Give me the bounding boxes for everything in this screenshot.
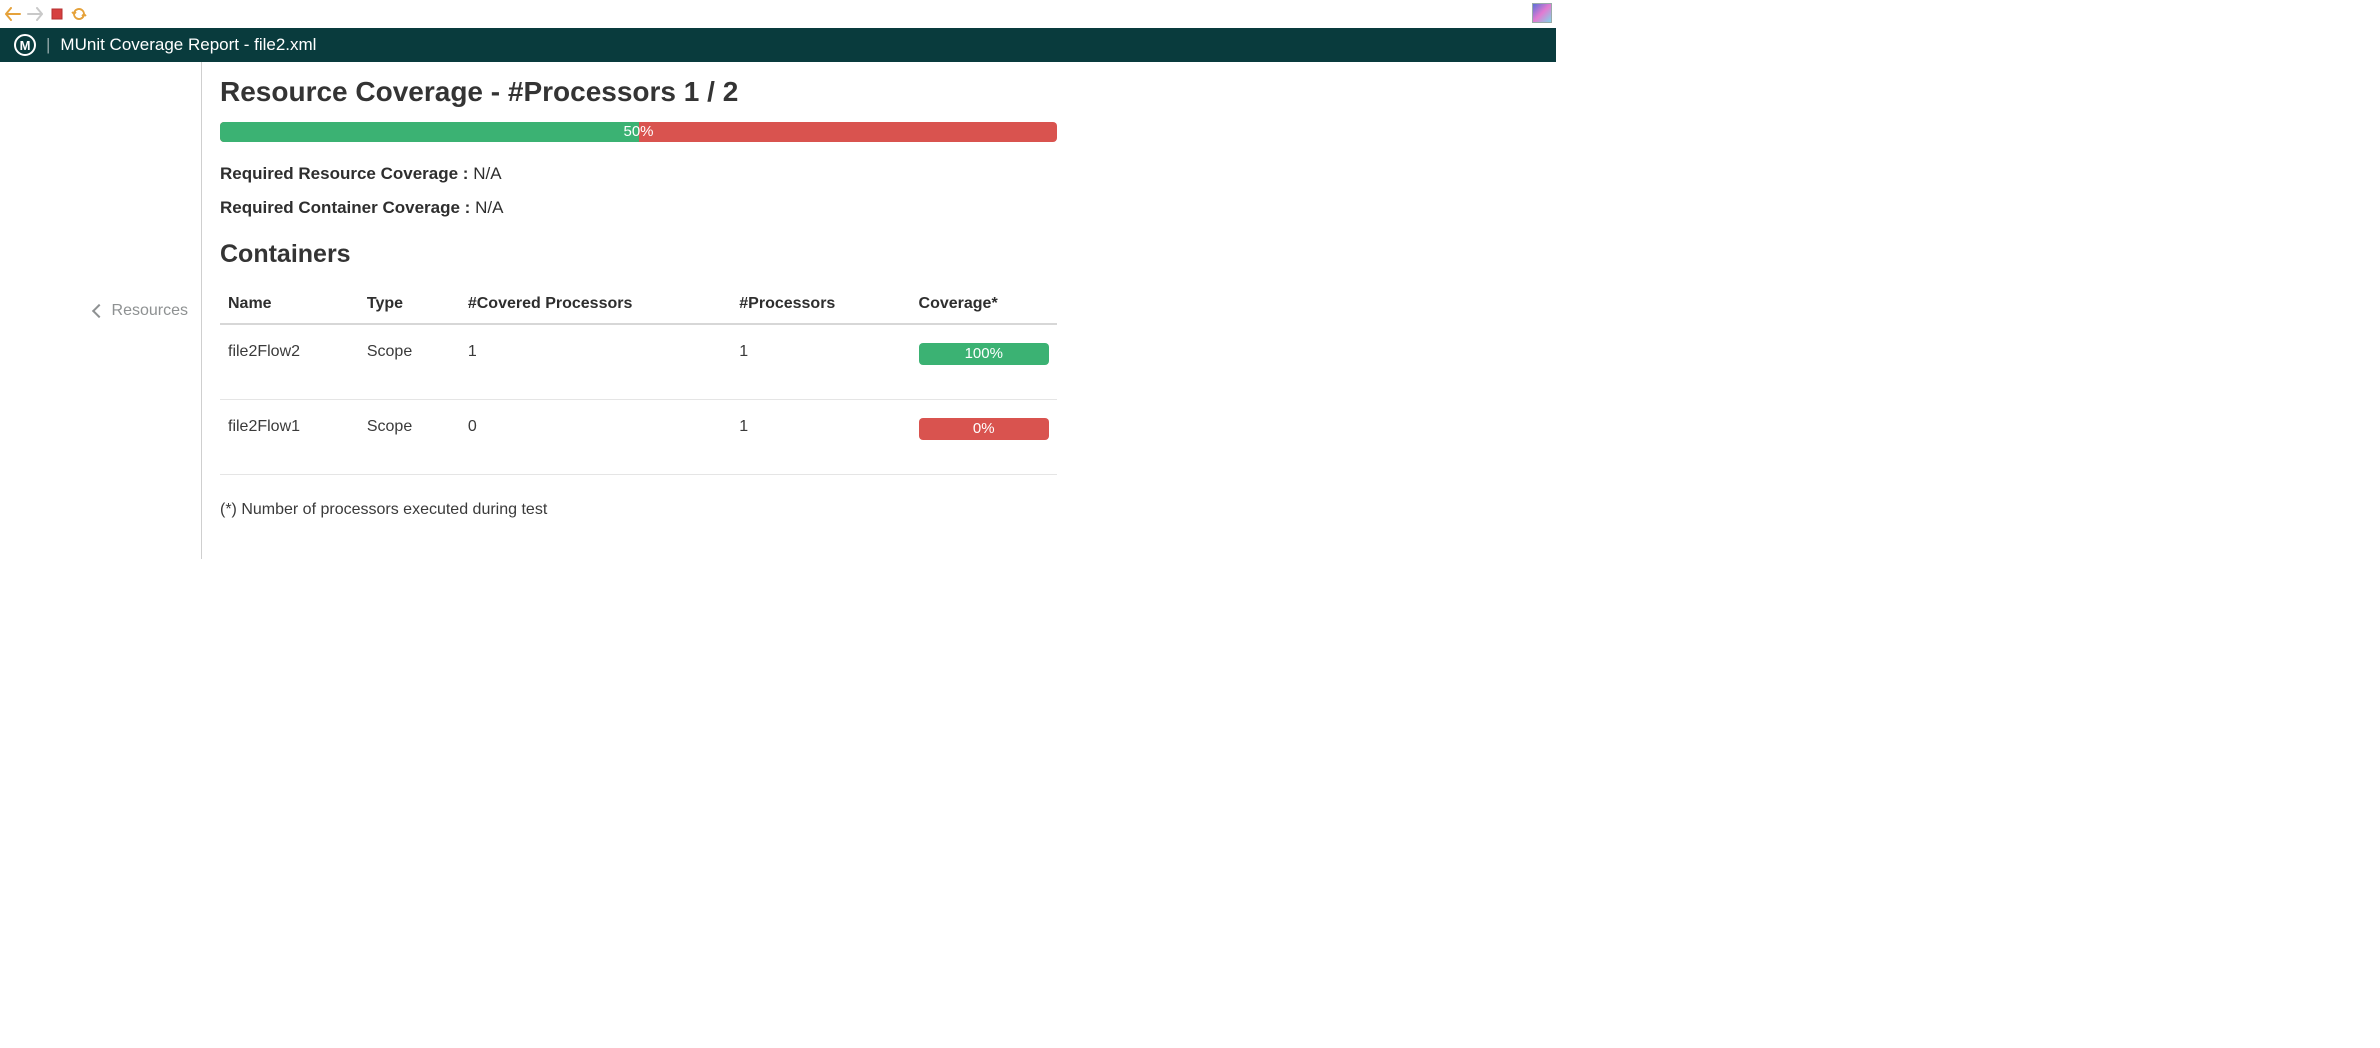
cell-processors: 1: [731, 324, 910, 400]
mulesoft-logo-icon: M: [14, 34, 36, 56]
header-divider: |: [46, 35, 50, 55]
required-resource-label: Required Resource Coverage :: [220, 164, 473, 183]
sidebar: Resources: [0, 62, 201, 559]
page-title: Resource Coverage - #Processors 1 / 2: [220, 76, 1057, 108]
coverage-badge: 100%: [919, 343, 1049, 365]
cell-type: Scope: [359, 400, 460, 475]
col-processors: #Processors: [731, 285, 910, 324]
table-row[interactable]: file2Flow2Scope11100%: [220, 324, 1057, 400]
table-row[interactable]: file2Flow1Scope01 0%: [220, 400, 1057, 475]
cell-processors: 1: [731, 400, 910, 475]
col-name: Name: [220, 285, 359, 324]
report-header: M | MUnit Coverage Report - file2.xml: [0, 28, 1556, 62]
chevron-left-icon: [91, 303, 105, 317]
footnote: (*) Number of processors executed during…: [220, 501, 1057, 519]
required-container-label: Required Container Coverage :: [220, 198, 475, 217]
required-resource-line: Required Resource Coverage : N/A: [220, 164, 1057, 184]
cell-type: Scope: [359, 324, 460, 400]
coverage-badge: 0%: [919, 418, 1049, 440]
required-resource-value: N/A: [473, 164, 501, 183]
required-container-value: N/A: [475, 198, 503, 217]
forward-icon[interactable]: [26, 5, 44, 23]
containers-heading: Containers: [220, 240, 1057, 269]
report-title: MUnit Coverage Report - file2.xml: [60, 35, 316, 55]
coverage-progress: 50%: [220, 122, 1057, 142]
breadcrumb-label: Resources: [112, 302, 188, 320]
required-container-line: Required Container Coverage : N/A: [220, 198, 1057, 218]
refresh-icon[interactable]: [70, 5, 88, 23]
main-content: Resource Coverage - #Processors 1 / 2 50…: [201, 62, 1081, 559]
cell-coverage: 0%: [911, 400, 1057, 475]
col-type: Type: [359, 285, 460, 324]
cell-name: file2Flow1: [220, 400, 359, 475]
app-badge-icon[interactable]: [1532, 3, 1552, 23]
cell-covered: 0: [460, 400, 731, 475]
coverage-progress-label: 50%: [220, 122, 1057, 142]
stop-icon[interactable]: [48, 5, 66, 23]
breadcrumb-resources[interactable]: Resources: [94, 84, 188, 537]
cell-coverage: 100%: [911, 324, 1057, 400]
cell-covered: 1: [460, 324, 731, 400]
back-icon[interactable]: [4, 5, 22, 23]
col-coverage: Coverage*: [911, 285, 1057, 324]
containers-table: Name Type #Covered Processors #Processor…: [220, 285, 1057, 475]
col-covered: #Covered Processors: [460, 285, 731, 324]
cell-name: file2Flow2: [220, 324, 359, 400]
ide-toolbar: [0, 0, 1556, 28]
